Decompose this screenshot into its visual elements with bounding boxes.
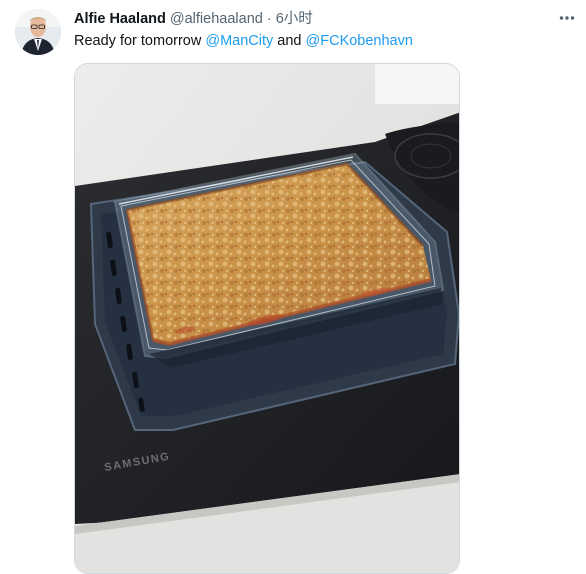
author-name[interactable]: Alfie Haaland <box>74 11 166 27</box>
author-handle[interactable]: @alfiehaaland <box>170 11 263 27</box>
mention-fckobenhavn[interactable]: @FCKobenhavn <box>306 33 413 49</box>
tweet-header: Alfie Haaland @alfiehaaland · 6小时 <box>74 9 546 29</box>
timestamp[interactable]: 6小时 <box>276 11 313 27</box>
more-button[interactable] <box>552 4 582 32</box>
tweet-text-part: and <box>273 33 306 49</box>
tweet-text-part: Ready for tomorrow <box>74 33 206 49</box>
avatar-image <box>15 9 61 55</box>
lasagna-photo: SAMSUNG <box>75 64 459 573</box>
more-dots-icon <box>559 16 575 20</box>
tweet-text: Ready for tomorrow @ManCity and @FCKoben… <box>74 31 554 51</box>
separator-dot: · <box>266 11 272 27</box>
avatar[interactable] <box>15 9 61 55</box>
tweet: Alfie Haaland @alfiehaaland · 6小时 Ready … <box>0 0 586 574</box>
mention-mancity[interactable]: @ManCity <box>205 33 273 49</box>
tweet-photo[interactable]: SAMSUNG <box>74 63 460 574</box>
